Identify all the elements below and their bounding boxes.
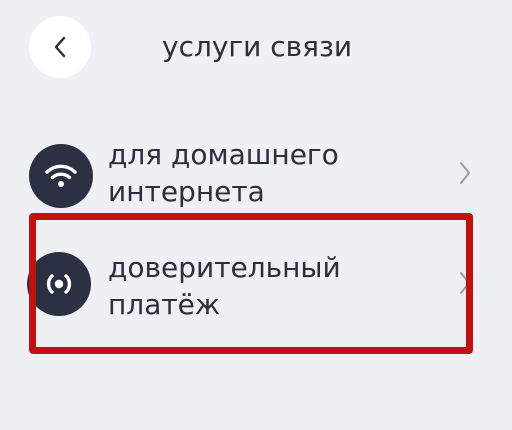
back-button[interactable] — [29, 16, 91, 78]
wifi-icon — [29, 144, 93, 208]
item-label: доверительный платёж — [108, 249, 438, 323]
list-item-home-internet[interactable]: для домашнего интернета — [0, 122, 512, 230]
header: услуги связи — [0, 0, 512, 100]
item-label-line2: платёж — [108, 288, 221, 321]
item-label-line1: доверительный — [108, 251, 341, 284]
trust-payment-icon — [27, 252, 91, 316]
item-label-line2: интернета — [108, 175, 265, 208]
chevron-right-icon — [459, 271, 471, 295]
list-item-trust-payment[interactable]: доверительный платёж — [0, 232, 512, 340]
chevron-left-icon — [54, 36, 66, 58]
chevron-right-icon — [459, 161, 471, 185]
item-label-line1: для домашнего — [108, 138, 339, 171]
page-title: услуги связи — [162, 30, 353, 63]
item-label: для домашнего интернета — [108, 136, 438, 210]
